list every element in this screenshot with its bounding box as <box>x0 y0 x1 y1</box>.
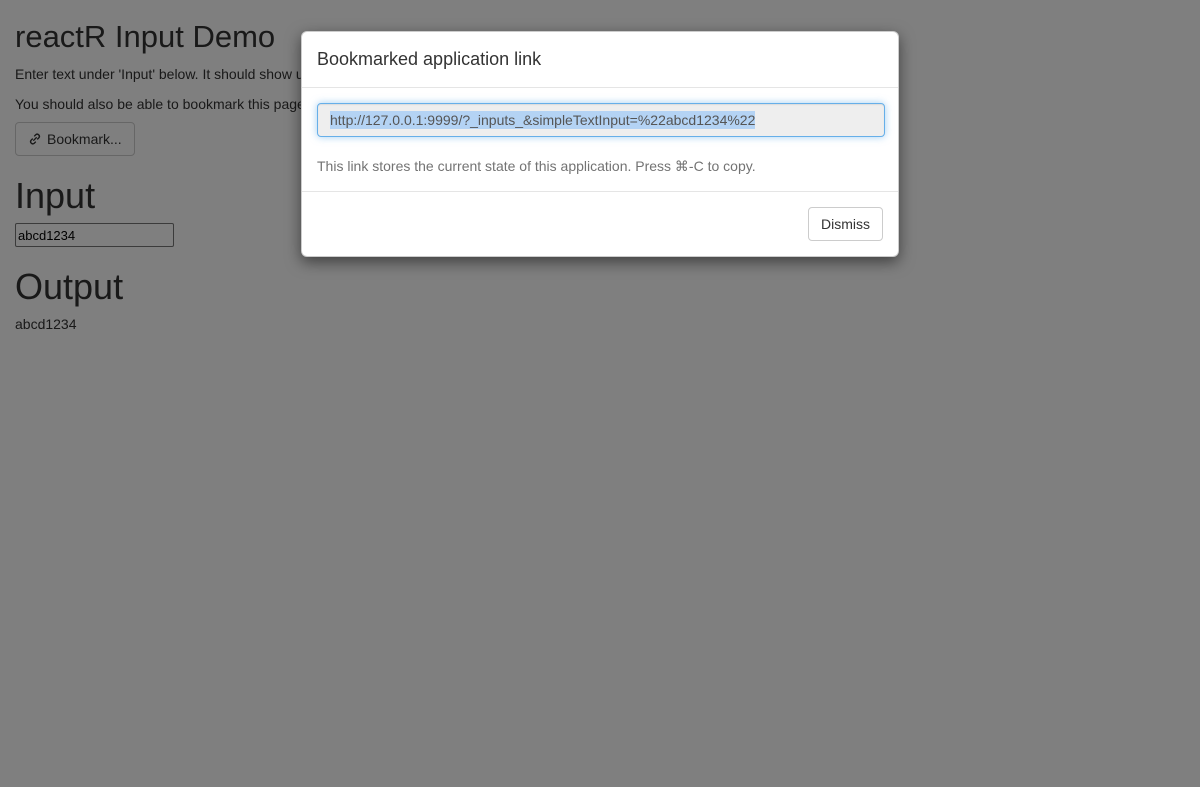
modal-header: Bookmarked application link <box>302 32 898 88</box>
dismiss-button[interactable]: Dismiss <box>808 207 883 241</box>
modal-help-text: This link stores the current state of th… <box>317 158 756 174</box>
bookmark-modal: Bookmarked application link http://127.0… <box>301 31 899 257</box>
bookmark-url-field[interactable]: http://127.0.0.1:9999/?_inputs_&simpleTe… <box>317 103 885 137</box>
modal-title: Bookmarked application link <box>317 49 542 69</box>
modal-body: http://127.0.0.1:9999/?_inputs_&simpleTe… <box>302 88 898 192</box>
bookmark-url-text: http://127.0.0.1:9999/?_inputs_&simpleTe… <box>330 111 756 129</box>
modal-footer: Dismiss <box>302 192 898 256</box>
